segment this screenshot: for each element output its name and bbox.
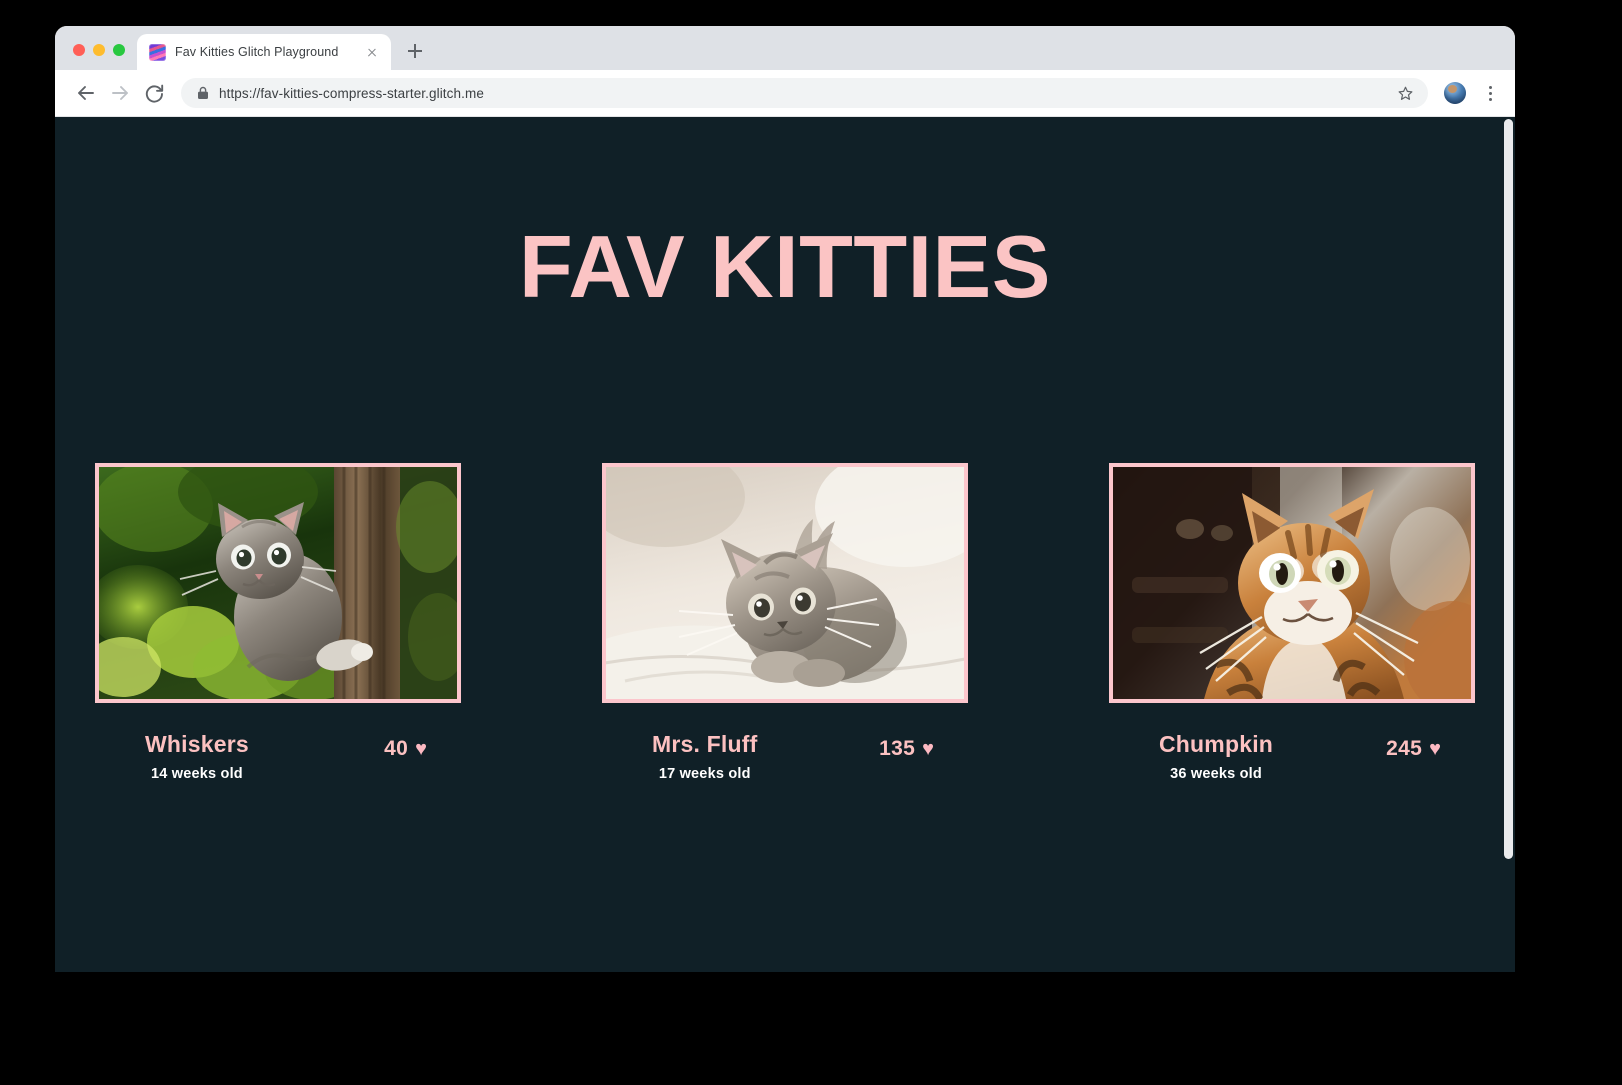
cat-age: 14 weeks old <box>151 766 243 783</box>
star-icon[interactable] <box>1397 85 1414 102</box>
desktop-background: Fav Kitties Glitch Playground https://fa… <box>0 0 1622 1085</box>
heart-icon[interactable]: ♥ <box>1429 739 1441 759</box>
favorite-count: 245 <box>1386 737 1423 760</box>
reload-button[interactable] <box>139 78 169 108</box>
tab-strip: Fav Kitties Glitch Playground <box>55 26 1515 70</box>
page-title: FAV KITTIES <box>519 217 1051 316</box>
favorite-block[interactable]: 135 ♥ <box>879 737 934 761</box>
new-tab-button[interactable] <box>401 37 429 65</box>
page-scrollbar[interactable] <box>1502 117 1515 972</box>
scrollbar-thumb[interactable] <box>1504 119 1513 859</box>
close-window-button[interactable] <box>73 44 85 56</box>
kitty-card-grid: Whiskers 14 weeks old 40 ♥ Mrs. Fluff 17… <box>55 463 1515 782</box>
name-block: Mrs. Fluff 17 weeks old <box>652 731 758 782</box>
ginger-tabby-cat-photo[interactable] <box>1109 463 1475 703</box>
card-meta: Chumpkin 36 weeks old 245 ♥ <box>1109 731 1475 782</box>
avatar[interactable] <box>1444 82 1466 104</box>
cat-age: 17 weeks old <box>658 766 751 783</box>
name-block: Whiskers 14 weeks old <box>145 731 249 782</box>
favorite-block[interactable]: 40 ♥ <box>384 737 427 761</box>
favorite-count: 40 <box>384 737 409 760</box>
cat-name: Mrs. Fluff <box>652 731 758 757</box>
tab-title: Fav Kitties Glitch Playground <box>175 45 339 59</box>
window-traffic-lights <box>55 44 137 70</box>
cat-age: 36 weeks old <box>1170 766 1262 783</box>
cat-name: Whiskers <box>145 731 249 757</box>
lock-icon <box>197 86 209 100</box>
heart-icon[interactable]: ♥ <box>415 739 427 759</box>
card-meta: Mrs. Fluff 17 weeks old 135 ♥ <box>602 731 968 782</box>
url-text: https://fav-kitties-compress-starter.gli… <box>219 85 484 101</box>
address-bar[interactable]: https://fav-kitties-compress-starter.gli… <box>181 78 1428 108</box>
minimize-window-button[interactable] <box>93 44 105 56</box>
name-block: Chumpkin 36 weeks old <box>1159 731 1273 782</box>
favorite-count: 135 <box>879 737 916 760</box>
kitty-card[interactable]: Whiskers 14 weeks old 40 ♥ <box>95 463 461 782</box>
heart-icon[interactable]: ♥ <box>922 739 934 759</box>
cat-name: Chumpkin <box>1159 731 1274 757</box>
back-button[interactable] <box>71 78 101 108</box>
fluffy-kitten-on-bed-photo[interactable] <box>602 463 968 703</box>
favorite-block[interactable]: 245 ♥ <box>1386 737 1441 761</box>
maximize-window-button[interactable] <box>113 44 125 56</box>
kitty-card[interactable]: Chumpkin 36 weeks old 245 ♥ <box>1109 463 1475 782</box>
forward-button[interactable] <box>105 78 135 108</box>
card-meta: Whiskers 14 weeks old 40 ♥ <box>95 731 461 782</box>
close-icon[interactable] <box>363 43 381 61</box>
browser-toolbar: https://fav-kitties-compress-starter.gli… <box>55 70 1515 117</box>
browser-window: Fav Kitties Glitch Playground https://fa… <box>55 26 1515 972</box>
kitty-card[interactable]: Mrs. Fluff 17 weeks old 135 ♥ <box>602 463 968 782</box>
kebab-menu-icon[interactable] <box>1479 80 1501 106</box>
kitten-in-tree-photo[interactable] <box>95 463 461 703</box>
browser-tab[interactable]: Fav Kitties Glitch Playground <box>137 34 391 70</box>
glitch-favicon <box>149 43 166 61</box>
page-viewport: FAV KITTIES Whiskers 14 weeks old 40 ♥ M… <box>55 117 1515 972</box>
